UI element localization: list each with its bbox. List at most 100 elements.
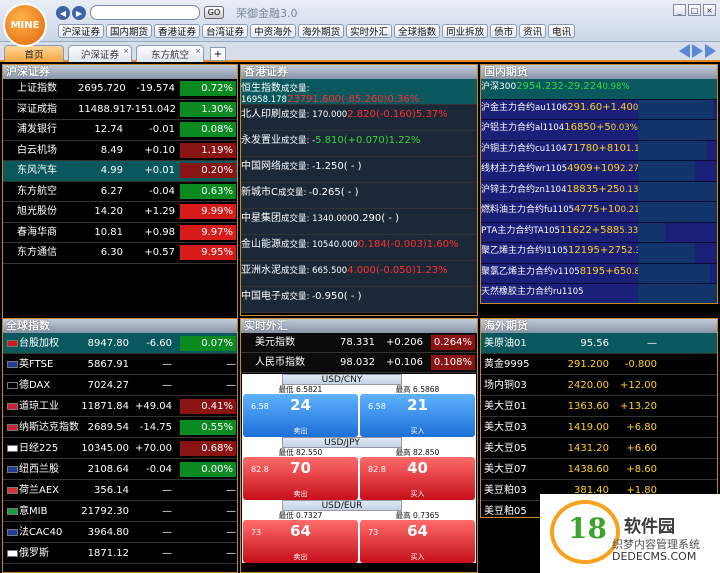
hk-stock-row[interactable]: 恒生指数成交量: 16958.17823791.600(-85.260)0.36… (241, 79, 477, 105)
category-button[interactable]: 沪深证券 (58, 24, 105, 38)
buy-cell: 最高 82.850 82.8 40 买入 (360, 448, 475, 500)
index-row[interactable]: 道琼工业 11871.84 +49.04 0.41% (3, 396, 237, 417)
index-row[interactable]: 日经225 10345.00 +70.00 0.68% (3, 438, 237, 459)
hk-change: ( - ) (343, 291, 362, 302)
overseas-futures-row[interactable]: 美大豆07 1438.60 +8.60 (481, 459, 717, 480)
futures-row[interactable]: 沪锌主力合约zn110418835+250.13% (481, 181, 717, 202)
fx-index-price: 78.331 (340, 337, 375, 348)
category-button[interactable]: 海外期货 (298, 24, 345, 38)
hk-change: (-0.160) (375, 109, 416, 120)
overseas-futures-row[interactable]: 场内铜03 2420.00 +12.00 (481, 375, 717, 396)
futures-row[interactable]: PTA主力合约TA10511622+5885.33% (481, 222, 717, 243)
tab-item[interactable]: 东方航空 × (136, 45, 204, 62)
hk-percent: 0.36% (387, 94, 420, 105)
overseas-futures-row[interactable]: 黄金9995 291.200 -0.800 (481, 354, 717, 375)
index-row[interactable]: 俄罗斯 1871.12 — — (3, 543, 237, 564)
tab-close-icon[interactable]: × (195, 47, 201, 55)
close-icon[interactable]: × (703, 4, 716, 16)
category-button[interactable]: 资讯 (519, 24, 547, 38)
stock-row[interactable]: 东方通信 6.30 +0.57 9.95% (3, 243, 237, 264)
index-row[interactable]: 法CAC40 3964.80 — — (3, 522, 237, 543)
category-button[interactable]: 台湾证券 (202, 24, 249, 38)
hk-stock-row[interactable]: 亚洲水泥成交量: 665.5004.000(-0.050)1.23% (241, 261, 477, 287)
index-change: — (162, 380, 172, 391)
index-row[interactable]: 纳斯达克指数 2689.54 -14.75 0.55% (3, 417, 237, 438)
futures-row[interactable]: 沪金主力合约au1106291.60+1.400.48% (481, 99, 717, 120)
futures-price: 18835 (566, 183, 599, 195)
stock-row[interactable]: 东方航空 6.27 -0.04 0.63% (3, 182, 237, 202)
tab-close-icon[interactable]: × (123, 47, 129, 55)
index-name: 意MIB (19, 506, 48, 517)
fx-index-row[interactable]: 美元指数 78.331 +0.206 0.264% (241, 333, 477, 353)
sell-button[interactable]: 6.58 24 卖出 (243, 394, 358, 437)
index-row[interactable]: 德DAX 7024.27 — — (3, 375, 237, 396)
futures-row[interactable]: 沪铜主力合约cu110471780+8101.14% (481, 140, 717, 161)
low-price: 最低 82.550 (243, 448, 358, 457)
stock-row[interactable]: 东风汽车 4.99 +0.01 0.20% (3, 161, 237, 182)
search-input[interactable] (90, 5, 200, 20)
tab-label: 东方航空 (150, 50, 189, 61)
go-button[interactable]: GO (204, 6, 224, 19)
sell-button[interactable]: 73 64 卖出 (243, 520, 358, 563)
new-tab-button[interactable]: + (210, 47, 226, 61)
index-row[interactable]: 英FTSE 5867.91 — — (3, 354, 237, 375)
buy-button[interactable]: 73 64 买入 (360, 520, 475, 563)
stock-row[interactable]: 深证成指 11488.917 -151.042 1.30% (3, 100, 237, 120)
category-button[interactable]: 全球指数 (394, 24, 441, 38)
index-row[interactable]: 意MIB 21792.30 — — (3, 501, 237, 522)
forward-icon[interactable]: ▶ (72, 6, 86, 20)
buy-button[interactable]: 6.58 21 买入 (360, 394, 475, 437)
buy-button[interactable]: 82.8 40 买入 (360, 457, 475, 500)
category-button[interactable]: 债市 (490, 24, 518, 38)
hk-stock-row[interactable]: 新城市C成交量: -0.265( - ) (241, 183, 477, 209)
stock-row[interactable]: 上证指数 2695.720 -19.574 0.72% (3, 79, 237, 100)
futures-row[interactable]: 沪深3002954.232-29.2240.98% (481, 79, 717, 100)
futures-row[interactable]: 聚乙烯主力合约l110512195+2752.31% (481, 243, 717, 264)
tab-item[interactable]: 沪深证券 × (68, 45, 132, 62)
stock-row[interactable]: 浦发银行 12.74 -0.01 0.08% (3, 120, 237, 141)
category-button[interactable]: 同业拆放 (442, 24, 489, 38)
scroll-right-end-icon[interactable] (705, 44, 716, 58)
minimize-icon[interactable]: _ (673, 4, 686, 16)
index-row[interactable]: 荷兰AEX 356.14 — — (3, 480, 237, 501)
back-icon[interactable]: ◀ (56, 6, 70, 20)
futures-row[interactable]: 燃料油主力合约fu11054775+100.21% (481, 202, 717, 223)
overseas-futures-row[interactable]: 美原油01 95.56 — (481, 333, 717, 354)
stock-row[interactable]: 春海华商 10.81 +0.98 9.97% (3, 223, 237, 243)
price-pips: 70 (290, 459, 311, 477)
category-button[interactable]: 中资海外 (250, 24, 297, 38)
tab-item[interactable]: 首页 (4, 45, 64, 62)
watermark-number: 18 (568, 512, 607, 545)
top-toolbar: MINE ◀ ▶ GO 荣御金融3.0 _ □ × 沪深证券 国内期货 香港证券 台湾… (0, 0, 720, 47)
hk-stock-row[interactable]: 金山能源成交量: 10540.0000.184(-0.003)1.60% (241, 235, 477, 261)
stock-row[interactable]: 白云机场 8.49 +0.10 1.19% (3, 141, 237, 161)
overseas-futures-row[interactable]: 美大豆01 1363.60 +13.20 (481, 396, 717, 417)
mine-logo[interactable]: MINE (3, 3, 47, 47)
hk-stock-row[interactable]: 中国网络成交量: -1.250( - ) (241, 157, 477, 183)
futures-row[interactable]: 线材主力合约wr11054909+1092.27% (481, 161, 717, 182)
scroll-right-icon[interactable] (692, 44, 703, 58)
futures-row[interactable]: 聚氯乙烯主力合约v11058195+650.80% (481, 263, 717, 284)
hk-stock-row[interactable]: 中国电子成交量: -0.950( - ) (241, 287, 477, 313)
maximize-icon[interactable]: □ (688, 4, 701, 16)
overseas-futures-row[interactable]: 美大豆03 1419.00 +6.80 (481, 417, 717, 438)
hk-stock-row[interactable]: 永发置业成交量: -5.810(+0.070)1.22% (241, 131, 477, 157)
stock-row[interactable]: 旭光股份 14.20 +1.29 9.99% (3, 202, 237, 223)
hk-stock-row[interactable]: 中星集团成交量: 1340.0000.290( - ) (241, 209, 477, 235)
futures-row[interactable]: 沪铝主力合约al110416850+50.03% (481, 120, 717, 141)
overseas-futures-row[interactable]: 美大豆05 1431.20 +6.60 (481, 438, 717, 459)
sell-button[interactable]: 82.8 70 卖出 (243, 457, 358, 500)
lohi-text: 最高 0.7365 (395, 511, 440, 520)
index-row[interactable]: 纽西兰股 2108.64 -0.04 0.00% (3, 459, 237, 480)
scroll-left-icon[interactable] (679, 44, 690, 58)
category-button[interactable]: 实时外汇 (346, 24, 393, 38)
category-button[interactable]: 电讯 (548, 24, 576, 38)
category-button[interactable]: 国内期货 (106, 24, 153, 38)
panel-title-text: 沪深证券 (6, 65, 50, 78)
index-row[interactable]: 台股加权 8947.80 -6.60 0.07% (3, 333, 237, 354)
category-button[interactable]: 香港证券 (154, 24, 201, 38)
percent-badge: 0.08% (180, 122, 236, 137)
futures-row[interactable]: 天然橡胶主力合约ru1105 (481, 284, 717, 303)
hk-stock-row[interactable]: 北人印刷成交量: 170.0002.820(-0.160)5.37% (241, 105, 477, 131)
fx-index-row[interactable]: 人民币指数 98.032 +0.106 0.108% (241, 353, 477, 373)
